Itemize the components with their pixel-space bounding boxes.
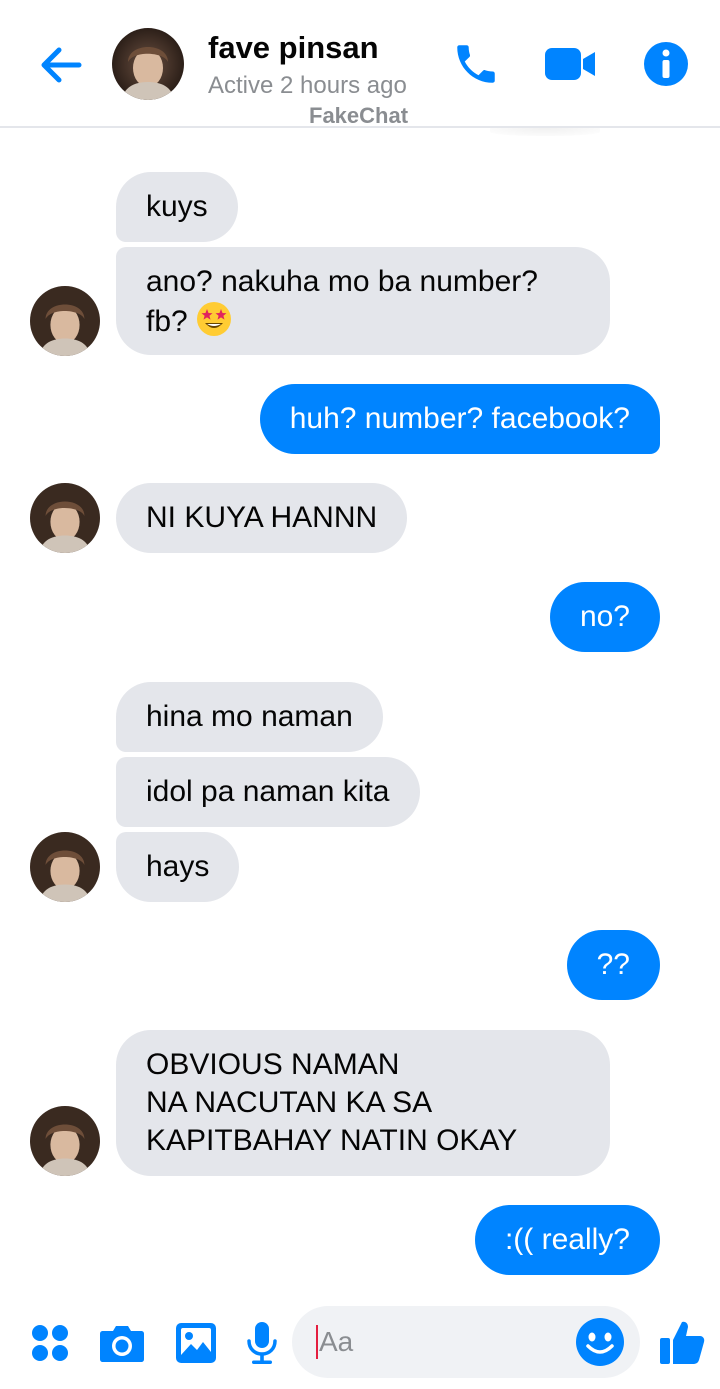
message-text: NA NACUTAN KA SA [146, 1086, 433, 1119]
image-icon [176, 1323, 216, 1363]
chat-header: fave pinsan Active 2 hours ago FakeChat [0, 0, 720, 128]
sent-message[interactable]: :(( really? [474, 1205, 660, 1275]
camera-icon [100, 1326, 144, 1362]
message-text: ?? [596, 948, 630, 981]
contact-avatar[interactable] [30, 483, 100, 553]
message-composer [0, 1300, 720, 1389]
message-text: huh? number? facebook? [289, 402, 630, 435]
contact-avatar[interactable] [30, 1106, 100, 1176]
video-call-button[interactable] [542, 36, 598, 92]
like-button[interactable] [654, 1314, 710, 1370]
message-text: no? [579, 600, 630, 633]
sent-message[interactable]: huh? number? facebook? [259, 384, 660, 454]
phone-icon [457, 45, 495, 83]
gallery-button[interactable] [171, 1318, 221, 1368]
call-button[interactable] [448, 36, 504, 92]
message-text: kuys [146, 190, 208, 223]
message-text: :(( really? [504, 1223, 630, 1256]
message-input[interactable] [319, 1326, 559, 1358]
message-text: OBVIOUS NAMAN [146, 1048, 400, 1081]
app-watermark: FakeChat [309, 103, 409, 128]
message-text: ano? nakuha mo ba number? [146, 265, 538, 298]
more-actions-button[interactable] [25, 1318, 75, 1368]
received-message[interactable]: hays [116, 832, 240, 902]
smiley-icon [576, 1318, 624, 1366]
microphone-icon [247, 1322, 277, 1364]
received-message[interactable]: OBVIOUS NAMAN NA NACUTAN KA SA KAPITBAHA… [116, 1030, 610, 1176]
received-message[interactable]: kuys [116, 172, 238, 242]
contact-name[interactable]: fave pinsan [208, 30, 379, 66]
emoji-button[interactable] [574, 1316, 626, 1368]
contact-status: Active 2 hours ago [208, 72, 407, 99]
thumbs-up-icon [660, 1321, 705, 1364]
contact-avatar[interactable] [112, 28, 184, 100]
received-message[interactable]: hina mo naman [116, 682, 383, 752]
received-message[interactable]: idol pa naman kita [116, 757, 420, 827]
message-text: hays [146, 850, 210, 883]
sent-message[interactable]: ?? [566, 930, 660, 1000]
contact-avatar[interactable] [30, 286, 100, 356]
camera-button[interactable] [97, 1318, 147, 1368]
message-text: KAPITBAHAY NATIN OKAY [146, 1124, 518, 1157]
info-button[interactable] [638, 36, 694, 92]
back-button[interactable] [36, 40, 86, 90]
message-text: fb? [146, 305, 188, 338]
message-text: NI KUYA HANNN [146, 501, 378, 534]
info-icon [644, 42, 688, 86]
message-text: hina mo naman [146, 700, 353, 733]
text-caret [316, 1325, 318, 1359]
sent-message[interactable]: no? [549, 582, 660, 652]
header-shadow [490, 128, 600, 136]
received-message[interactable]: NI KUYA HANNN [116, 483, 408, 553]
voice-message-button[interactable] [237, 1318, 287, 1368]
received-message[interactable]: ano? nakuha mo ba number? fb? [116, 247, 610, 355]
apps-grid-icon [32, 1325, 68, 1361]
message-text: idol pa naman kita [146, 775, 390, 808]
contact-avatar[interactable] [30, 832, 100, 902]
video-camera-icon [545, 48, 595, 80]
back-arrow-icon [41, 47, 82, 83]
star-struck-emoji-icon [197, 302, 232, 336]
